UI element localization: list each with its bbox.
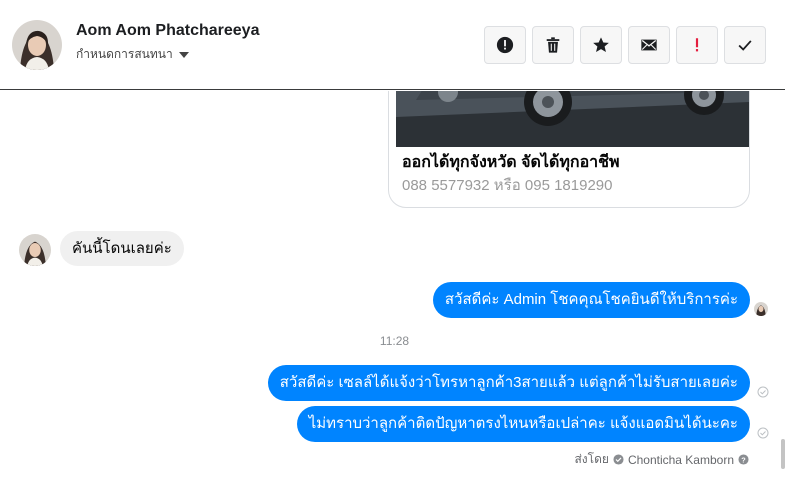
verified-check-icon xyxy=(613,454,624,465)
conversation-status-dropdown[interactable]: กำหนดการสนทนา xyxy=(76,45,189,64)
card-phone-numbers: 088 5577932 หรือ 095 1819290 xyxy=(402,177,613,194)
sent-by-name[interactable]: Chonticha Kamborn xyxy=(628,453,734,467)
sent-by-info: ส่งโดย Chonticha Kamborn ? xyxy=(574,450,749,469)
delivered-check-icon xyxy=(757,386,769,398)
star-button[interactable] xyxy=(580,26,622,64)
outgoing-message[interactable]: ไม่ทราบว่าลูกค้าติดปัญหาตรงไหนหรือเปล่าค… xyxy=(296,406,750,442)
exclamation-icon xyxy=(695,38,699,52)
sender-avatar[interactable] xyxy=(19,234,51,266)
scrollbar-thumb[interactable] xyxy=(781,439,785,469)
conversation-header: Aom Aom Phatchareeya กำหนดการสนทนา xyxy=(0,0,785,90)
svg-text:?: ? xyxy=(741,455,746,464)
link-preview-card[interactable]: ออกได้ทุกจังหวัด จัดได้ทุกอาชีพ 088 5577… xyxy=(388,91,750,208)
checkmark-icon xyxy=(738,40,752,51)
sent-by-label: ส่งโดย xyxy=(574,452,609,466)
seen-avatar xyxy=(754,302,768,316)
vehicle-photo xyxy=(396,91,749,147)
trash-icon xyxy=(546,37,560,53)
mark-unread-button[interactable] xyxy=(628,26,670,64)
star-icon xyxy=(593,37,609,53)
contact-name[interactable]: Aom Aom Phatchareeya xyxy=(76,22,259,40)
time-separator: 11:28 xyxy=(379,334,410,348)
contact-avatar[interactable] xyxy=(12,20,62,70)
incoming-message[interactable]: คันนี้โดนเลยค่ะ xyxy=(60,231,184,266)
delete-button[interactable] xyxy=(532,26,574,64)
outgoing-message[interactable]: สวัสดีค่ะ Admin โชคคุณโชคยินดีให้บริการค… xyxy=(432,282,750,318)
outgoing-message[interactable]: สวัสดีค่ะ เซลล์ได้แจ้งว่าโทรหาลูกค้า3สาย… xyxy=(267,365,750,401)
mark-done-button[interactable] xyxy=(724,26,766,64)
card-title: ออกได้ทุกจังหวัด จัดได้ทุกอาชีพ xyxy=(402,154,620,171)
message-thread: ออกได้ทุกจังหวัด จัดได้ทุกอาชีพ 088 5577… xyxy=(0,91,785,501)
envelope-icon xyxy=(641,39,657,51)
delivered-check-icon xyxy=(757,427,769,439)
alert-circle-icon xyxy=(496,36,514,54)
caret-down-icon xyxy=(178,51,189,58)
help-icon[interactable]: ? xyxy=(738,454,749,465)
report-button[interactable] xyxy=(484,26,526,64)
action-toolbar xyxy=(484,26,766,64)
important-button[interactable] xyxy=(676,26,718,64)
conversation-status-label: กำหนดการสนทนา xyxy=(76,47,173,61)
